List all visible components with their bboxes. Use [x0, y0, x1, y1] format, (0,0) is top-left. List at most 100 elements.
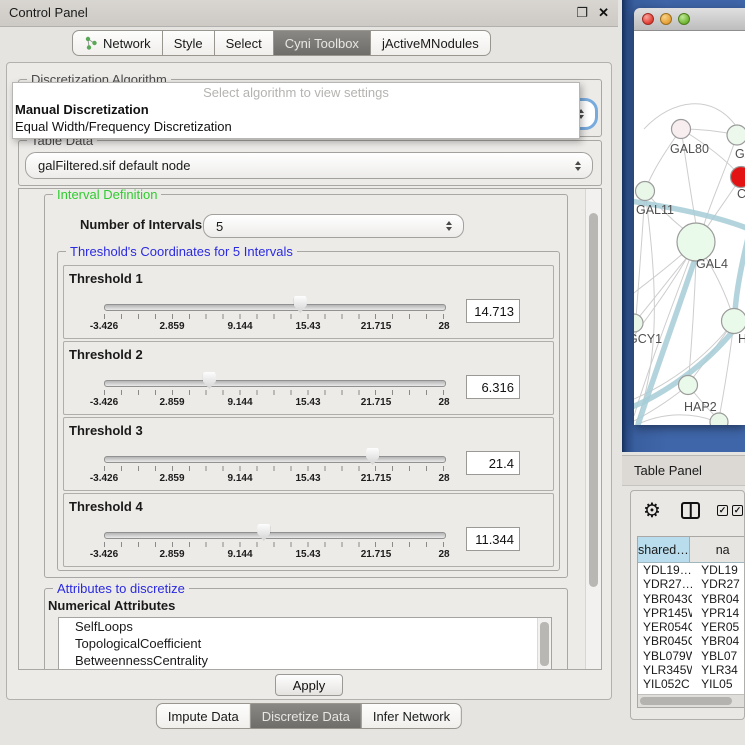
split-columns-icon[interactable]	[681, 502, 700, 519]
tab-label: jActiveMNodules	[382, 36, 479, 51]
threshold-value-field[interactable]	[466, 299, 520, 323]
tick-label: 15.43	[295, 473, 320, 484]
tick-label: 28	[438, 321, 449, 332]
table-cell[interactable]: YER05	[692, 620, 745, 634]
table-cell[interactable]: YLR345W	[638, 663, 692, 677]
network-node[interactable]	[634, 314, 643, 332]
table-row[interactable]: YBR045CYBR04	[638, 634, 745, 648]
table-row[interactable]: YBL079WYBL07	[638, 649, 745, 663]
checkbox-icon[interactable]: ✓	[732, 505, 743, 516]
slider-track[interactable]	[104, 304, 446, 311]
popup-option-manual-discretization[interactable]: Manual Discretization	[13, 101, 579, 118]
table-cell[interactable]: YER054C	[638, 620, 692, 634]
scrollbar-thumb[interactable]	[640, 697, 732, 705]
group-title: Interval Definition	[53, 188, 161, 202]
tab-impute-data[interactable]: Impute Data	[156, 703, 251, 729]
list-item[interactable]: BetweennessCentrality	[59, 652, 551, 669]
tab-select[interactable]: Select	[215, 30, 274, 56]
table-row[interactable]: YDR27…YDR27	[638, 577, 745, 591]
table-row[interactable]: YIL052CYIL05	[638, 677, 745, 691]
threshold-value-field[interactable]	[466, 375, 520, 399]
threshold-slider[interactable]: -3.4262.8599.14415.4321.71528	[104, 446, 444, 486]
network-node[interactable]	[672, 120, 691, 139]
apply-button[interactable]: Apply	[275, 674, 343, 696]
horizontal-scrollbar[interactable]	[638, 694, 745, 707]
table-cell[interactable]: YLR34	[692, 663, 745, 677]
number-of-intervals-spinner[interactable]: 5	[203, 214, 464, 238]
network-node[interactable]	[710, 413, 728, 425]
table-row[interactable]: YPR145WYPR14	[638, 606, 745, 620]
close-traffic-light-icon[interactable]	[642, 13, 654, 25]
table-cell[interactable]: YIL052C	[638, 677, 692, 691]
tick-label: 9.144	[227, 321, 252, 332]
tick-label: 15.43	[295, 549, 320, 560]
node-table: shared… na YDL19…YDL19YDR27…YDR27YBR043C…	[637, 536, 745, 708]
vertical-scrollbar[interactable]	[585, 189, 601, 669]
tab-cyni-toolbox[interactable]: Cyni Toolbox	[274, 30, 371, 56]
tick-label: 9.144	[227, 473, 252, 484]
slider-track[interactable]	[104, 456, 446, 463]
network-canvas[interactable]: GAL80GACGAL11GAL4GCY1HHAP2	[634, 31, 745, 425]
table-cell[interactable]: YBL079W	[638, 649, 692, 663]
network-window-titlebar	[634, 8, 745, 31]
table-row[interactable]: YBR043CYBR04	[638, 592, 745, 606]
gear-icon[interactable]: ⚙	[643, 499, 661, 523]
threshold-slider[interactable]: -3.4262.8599.14415.4321.71528	[104, 294, 444, 334]
scrollbar-thumb[interactable]	[540, 622, 549, 666]
network-node[interactable]	[727, 125, 745, 145]
network-node[interactable]	[677, 223, 715, 261]
table-cell[interactable]: YBR045C	[638, 634, 692, 648]
list-item[interactable]: TopologicalCoefficient	[59, 635, 551, 652]
threshold-slider[interactable]: -3.4262.8599.14415.4321.71528	[104, 370, 444, 410]
threshold-value-field[interactable]	[466, 451, 520, 475]
table-cell[interactable]: YDR27	[692, 577, 745, 591]
table-cell[interactable]: YPR14	[692, 606, 745, 620]
table-cell[interactable]: YBL07	[692, 649, 745, 663]
close-icon[interactable]: ✕	[598, 0, 609, 26]
network-node[interactable]	[731, 167, 745, 188]
network-node[interactable]	[679, 376, 698, 395]
combo-value: galFiltered.sif default node	[38, 153, 190, 178]
slider-track[interactable]	[104, 380, 446, 387]
table-cell[interactable]: YDR27…	[638, 577, 692, 591]
threshold-slider[interactable]: -3.4262.8599.14415.4321.71528	[104, 522, 444, 562]
checkbox-icon[interactable]: ✓	[717, 505, 728, 516]
threshold-value-field[interactable]	[466, 527, 520, 551]
table-cell[interactable]: YDL19	[692, 563, 745, 577]
network-edge-highlighted[interactable]	[735, 238, 745, 313]
tab-discretize-data[interactable]: Discretize Data	[251, 703, 362, 729]
table-cell[interactable]: YDL19…	[638, 563, 692, 577]
numerical-attributes-list[interactable]: SelfLoopsTopologicalCoefficientBetweenne…	[58, 617, 552, 670]
scrollbar-thumb[interactable]	[589, 213, 598, 587]
table-data-combobox[interactable]: galFiltered.sif default node	[25, 152, 593, 179]
popup-option-equal-width-frequency[interactable]: Equal Width/Frequency Discretization	[13, 118, 579, 135]
network-edge[interactable]	[645, 129, 681, 191]
tick-label: 15.43	[295, 321, 320, 332]
tab-jactivemnodules[interactable]: jActiveMNodules	[371, 30, 491, 56]
network-node[interactable]	[636, 182, 655, 201]
minimize-traffic-light-icon[interactable]	[660, 13, 672, 25]
table-cell[interactable]: YBR04	[692, 592, 745, 606]
table-cell[interactable]: YBR043C	[638, 592, 692, 606]
column-header-shared-name[interactable]: shared…	[638, 537, 690, 562]
tab-label: Select	[226, 36, 262, 51]
network-edge[interactable]	[634, 415, 714, 425]
popup-hint: Select algorithm to view settings	[13, 83, 579, 101]
table-row[interactable]: YER054CYER05	[638, 620, 745, 634]
float-window-icon[interactable]: ❐	[576, 0, 588, 26]
tab-infer-network[interactable]: Infer Network	[362, 703, 462, 729]
table-cell[interactable]: YIL05	[692, 677, 745, 691]
table-row[interactable]: YLR345WYLR34	[638, 663, 745, 677]
list-item[interactable]: SelfLoops	[59, 618, 551, 635]
column-header-name[interactable]: na	[690, 537, 745, 562]
zoom-traffic-light-icon[interactable]	[678, 13, 690, 25]
list-scrollbar[interactable]	[537, 618, 551, 670]
tab-style[interactable]: Style	[163, 30, 215, 56]
table-cell[interactable]: YPR145W	[638, 606, 692, 620]
table-cell[interactable]: YBR04	[692, 634, 745, 648]
slider-track[interactable]	[104, 532, 446, 539]
network-node[interactable]	[722, 309, 745, 334]
group-title: Threshold's Coordinates for 5 Intervals	[66, 244, 297, 259]
tab-network[interactable]: Network	[72, 30, 163, 56]
table-row[interactable]: YDL19…YDL19	[638, 563, 745, 577]
